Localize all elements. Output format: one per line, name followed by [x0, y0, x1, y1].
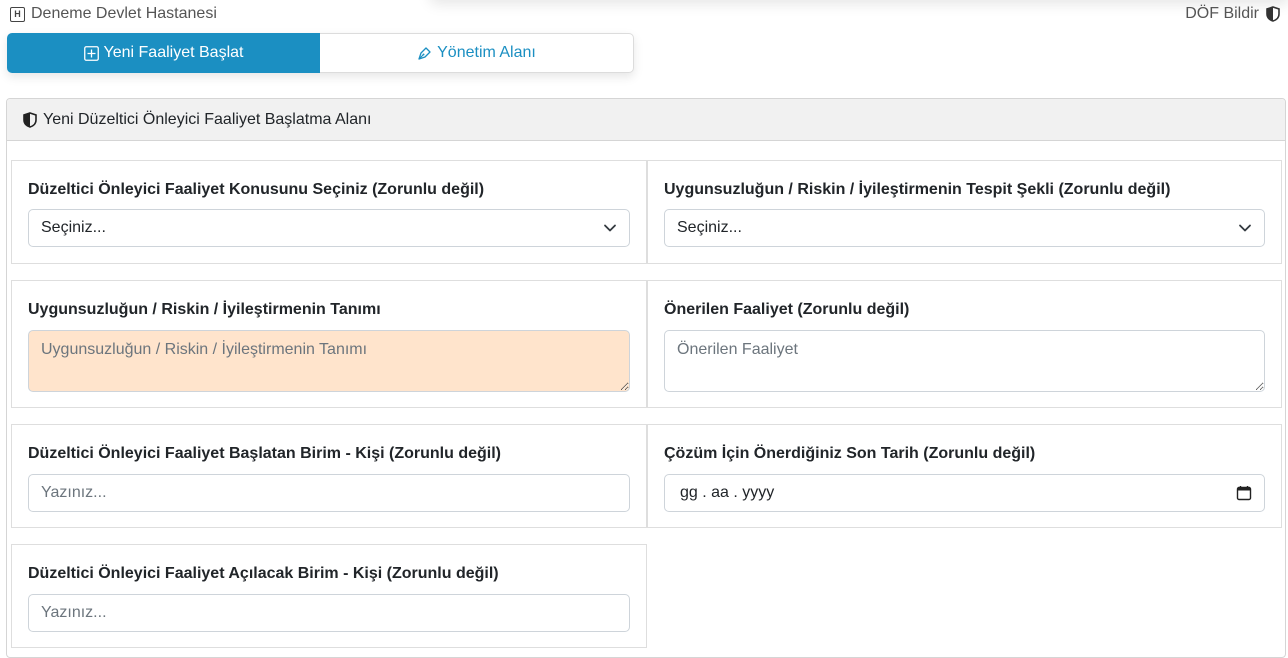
- deadline-date-input[interactable]: gg . aa . yyyy: [664, 474, 1265, 512]
- detection-select-value: Seçiniz...: [677, 219, 742, 236]
- chevron-down-icon: [604, 224, 616, 232]
- initiator-field-group: Düzeltici Önleyici Faaliyet Başlatan Bir…: [11, 424, 647, 528]
- brand-name: Deneme Devlet Hastanesi: [31, 5, 217, 22]
- shield-half-icon: [23, 111, 37, 128]
- panel-title: Yeni Düzeltici Önleyici Faaliyet Başlatm…: [43, 110, 372, 128]
- brand[interactable]: H Deneme Devlet Hastanesi: [10, 5, 217, 23]
- tab-management[interactable]: Yönetim Alanı: [320, 33, 634, 73]
- target-field-group: Düzeltici Önleyici Faaliyet Açılacak Bir…: [11, 544, 647, 648]
- description-field-group: Uygunsuzluğun / Riskin / İyileştirmenin …: [11, 280, 647, 408]
- detection-field-group: Uygunsuzluğun / Riskin / İyileştirmenin …: [647, 160, 1282, 264]
- suggested-label: Önerilen Faaliyet (Zorunlu değil): [664, 301, 910, 318]
- report-link-label: DÖF Bildir: [1185, 5, 1259, 22]
- pen-nib-icon: [418, 46, 431, 60]
- plus-square-icon: [83, 45, 99, 61]
- report-link[interactable]: DÖF Bildir: [1185, 5, 1280, 23]
- description-label: Uygunsuzluğun / Riskin / İyileştirmenin …: [28, 301, 381, 318]
- initiator-input[interactable]: [28, 474, 630, 512]
- shield-half-icon: [1266, 6, 1280, 22]
- tab-new-activity-label: Yeni Faaliyet Başlat: [103, 44, 244, 61]
- topic-label: Düzeltici Önleyici Faaliyet Konusunu Seç…: [28, 181, 485, 198]
- initiator-label: Düzeltici Önleyici Faaliyet Başlatan Bir…: [28, 445, 501, 462]
- suggested-textarea[interactable]: [664, 330, 1265, 392]
- top-navbar: H Deneme Devlet Hastanesi DÖF Bildir: [0, 0, 1288, 30]
- description-textarea[interactable]: [28, 330, 630, 392]
- target-input[interactable]: [28, 594, 630, 632]
- deadline-label: Çözüm İçin Önerdiğiniz Son Tarih (Zorunl…: [664, 445, 1036, 462]
- topic-select-value: Seçiniz...: [41, 219, 106, 236]
- detection-select[interactable]: Seçiniz...: [664, 209, 1265, 247]
- tab-bar: Yeni Faaliyet Başlat Yönetim Alanı: [7, 33, 634, 73]
- topic-field-group: Düzeltici Önleyici Faaliyet Konusunu Seç…: [11, 160, 647, 264]
- detection-label: Uygunsuzluğun / Riskin / İyileştirmenin …: [664, 181, 1171, 198]
- chevron-down-icon: [1239, 224, 1251, 232]
- panel-header: Yeni Düzeltici Önleyici Faaliyet Başlatm…: [7, 99, 1285, 141]
- suggested-field-group: Önerilen Faaliyet (Zorunlu değil): [647, 280, 1282, 408]
- tab-new-activity[interactable]: Yeni Faaliyet Başlat: [7, 33, 320, 73]
- tab-management-label: Yönetim Alanı: [437, 44, 536, 61]
- target-label: Düzeltici Önleyici Faaliyet Açılacak Bir…: [28, 565, 499, 582]
- h-square-icon: H: [10, 6, 25, 22]
- calendar-icon[interactable]: [1236, 485, 1252, 501]
- deadline-field-group: Çözüm İçin Önerdiğiniz Son Tarih (Zorunl…: [647, 424, 1282, 528]
- topic-select[interactable]: Seçiniz...: [28, 209, 630, 247]
- deadline-date-value: gg . aa . yyyy: [680, 484, 775, 501]
